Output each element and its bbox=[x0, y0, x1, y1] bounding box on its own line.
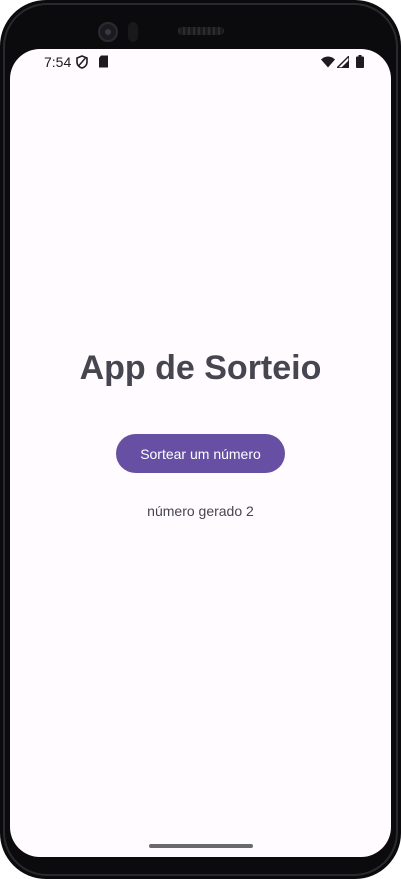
app-title: App de Sorteio bbox=[79, 349, 322, 387]
screen: 7:54 App de Sorteio Sortear um número nú… bbox=[10, 49, 391, 857]
generated-number-text: número gerado 2 bbox=[147, 503, 254, 519]
status-bar: 7:54 bbox=[10, 49, 391, 75]
wifi-icon bbox=[321, 55, 335, 73]
home-indicator[interactable] bbox=[149, 844, 253, 848]
status-time: 7:54 bbox=[44, 54, 72, 70]
shield-icon bbox=[76, 55, 88, 74]
battery-icon bbox=[356, 55, 364, 73]
sim-card-icon bbox=[98, 55, 109, 73]
camera-sensor bbox=[128, 22, 138, 42]
cell-signal-icon bbox=[335, 54, 350, 73]
earpiece-speaker bbox=[178, 27, 224, 35]
device-frame: 7:54 App de Sorteio Sortear um número nú… bbox=[0, 0, 401, 879]
front-camera bbox=[98, 22, 118, 42]
draw-number-button[interactable]: Sortear um número bbox=[116, 434, 285, 473]
